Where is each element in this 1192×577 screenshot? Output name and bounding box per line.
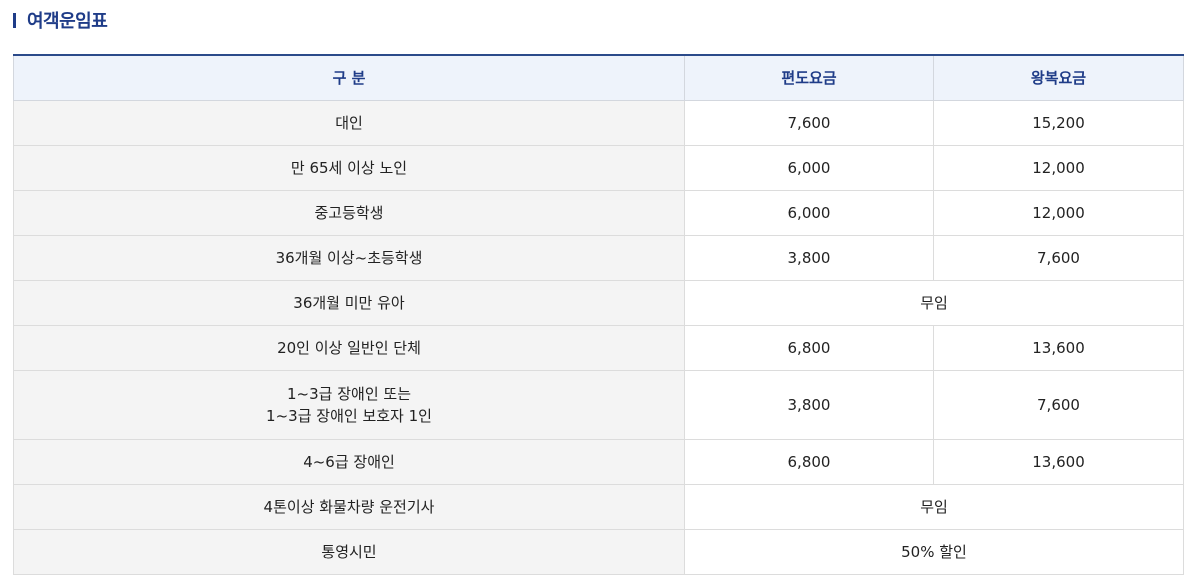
header-category: 구 분 xyxy=(13,54,685,101)
row-category-line-2: 1~3급 장애인 보호자 1인 xyxy=(266,406,432,425)
row-round-trip-fare: 7,600 xyxy=(933,235,1184,281)
row-category: 중고등학생 xyxy=(13,190,685,236)
table-row: 통영시민 50% 할인 xyxy=(13,529,1184,575)
row-one-way-fare: 6,800 xyxy=(684,439,934,485)
title-accent-bar xyxy=(13,12,16,28)
row-category: 만 65세 이상 노인 xyxy=(13,145,685,191)
table-row: 4~6급 장애인 6,800 13,600 xyxy=(13,439,1184,485)
row-round-trip-fare: 12,000 xyxy=(933,145,1184,191)
row-category: 4톤이상 화물차량 운전기사 xyxy=(13,484,685,530)
table-header-row: 구 분 편도요금 왕복요금 xyxy=(13,54,1184,101)
row-one-way-fare: 3,800 xyxy=(684,370,934,440)
row-one-way-fare: 6,000 xyxy=(684,190,934,236)
row-category: 20인 이상 일반인 단체 xyxy=(13,325,685,371)
row-one-way-fare: 7,600 xyxy=(684,100,934,146)
row-merged-fare: 무임 xyxy=(684,484,1184,530)
row-category: 통영시민 xyxy=(13,529,685,575)
row-one-way-fare: 3,800 xyxy=(684,235,934,281)
row-round-trip-fare: 15,200 xyxy=(933,100,1184,146)
row-one-way-fare: 6,800 xyxy=(684,325,934,371)
row-round-trip-fare: 13,600 xyxy=(933,325,1184,371)
table-row: 대인 7,600 15,200 xyxy=(13,100,1184,146)
table-row: 20인 이상 일반인 단체 6,800 13,600 xyxy=(13,325,1184,371)
row-category: 36개월 미만 유아 xyxy=(13,280,685,326)
fare-table: 구 분 편도요금 왕복요금 대인 7,600 15,200 만 65세 이상 노… xyxy=(13,54,1184,575)
table-row: 36개월 이상~초등학생 3,800 7,600 xyxy=(13,235,1184,281)
row-round-trip-fare: 7,600 xyxy=(933,370,1184,440)
row-category: 36개월 이상~초등학생 xyxy=(13,235,685,281)
row-one-way-fare: 6,000 xyxy=(684,145,934,191)
table-row: 4톤이상 화물차량 운전기사 무임 xyxy=(13,484,1184,530)
section-title-row: 여객운임표 xyxy=(13,6,108,34)
row-merged-fare: 50% 할인 xyxy=(684,529,1184,575)
header-one-way: 편도요금 xyxy=(684,54,934,101)
row-round-trip-fare: 13,600 xyxy=(933,439,1184,485)
table-row: 만 65세 이상 노인 6,000 12,000 xyxy=(13,145,1184,191)
row-category: 대인 xyxy=(13,100,685,146)
header-round-trip: 왕복요금 xyxy=(933,54,1184,101)
table-row: 중고등학생 6,000 12,000 xyxy=(13,190,1184,236)
table-row: 36개월 미만 유아 무임 xyxy=(13,280,1184,326)
row-merged-fare: 무임 xyxy=(684,280,1184,326)
row-round-trip-fare: 12,000 xyxy=(933,190,1184,236)
row-category-line-1: 1~3급 장애인 또는 xyxy=(287,384,411,403)
row-category: 4~6급 장애인 xyxy=(13,439,685,485)
table-row: 1~3급 장애인 또는 1~3급 장애인 보호자 1인 3,800 7,600 xyxy=(13,370,1184,440)
section-title: 여객운임표 xyxy=(27,11,108,32)
row-category: 1~3급 장애인 또는 1~3급 장애인 보호자 1인 xyxy=(13,370,685,440)
